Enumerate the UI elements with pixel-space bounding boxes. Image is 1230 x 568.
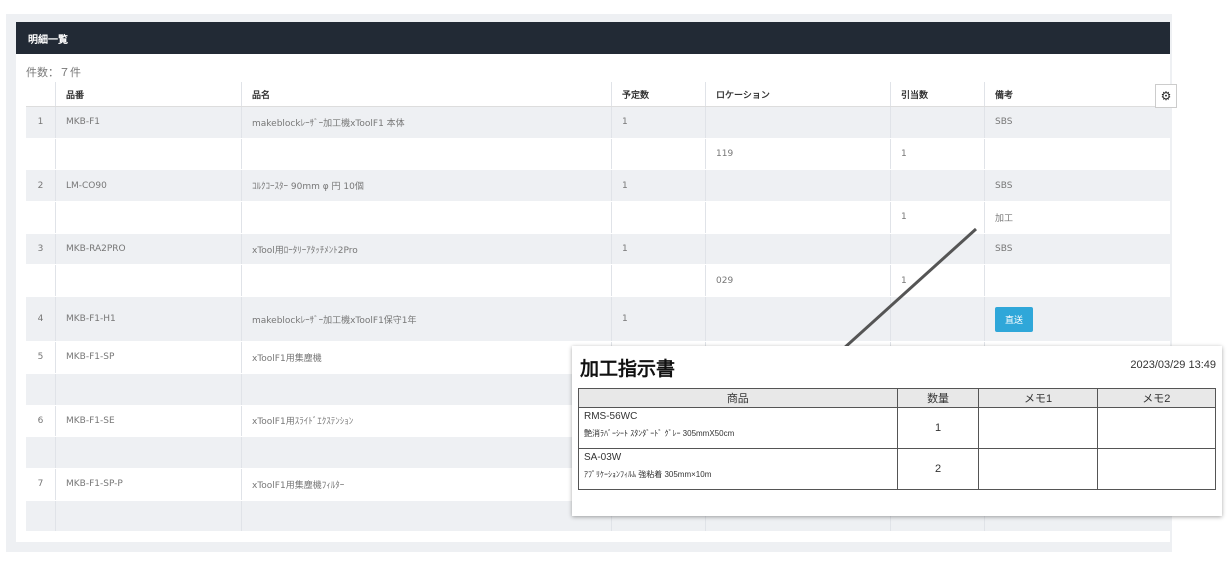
- table-row[interactable]: 1 MKB-F1 makeblockﾚｰｻﾞｰ加工機xToolF1 本体 1 S…: [26, 107, 1170, 139]
- col-allocated-qty[interactable]: 引当数: [891, 82, 985, 106]
- table-row[interactable]: 2 LM-CO90 ｺﾙｸｺｰｽﾀｰ 90mm φ 円 10個 1 SBS: [26, 170, 1170, 203]
- col-location[interactable]: ロケーション: [706, 82, 891, 106]
- table-row[interactable]: 029 1: [26, 265, 1170, 298]
- table-header: 品番 品名 予定数 ロケーション 引当数 備考: [26, 82, 1170, 107]
- slip-col-qty: 数量: [896, 388, 980, 408]
- slip-item-row: SA-03W ｱﾌﾟﾘｹｰｼｮﾝﾌｨﾙﾑ 強粘着 305mm×10m 2: [578, 448, 1217, 490]
- item-count: 件数：７件: [26, 66, 81, 79]
- slip-product-name: 艶消ﾗﾊﾞｰｼｰﾄ ｽﾀﾝﾀﾞｰﾄﾞ ｸﾞﾚｰ 305mmX50cm: [584, 429, 735, 438]
- col-remarks[interactable]: 備考: [985, 82, 1170, 106]
- table-row[interactable]: 119 1: [26, 138, 1170, 171]
- slip-header-row: 商品 数量 メモ1 メモ2: [578, 388, 1217, 408]
- slip-memo1: [978, 448, 1098, 490]
- slip-memo1: [978, 407, 1098, 449]
- col-product-name[interactable]: 品名: [242, 82, 612, 106]
- table-row[interactable]: 3 MKB-RA2PRO xTool用ﾛｰﾀﾘｰｱﾀｯﾁﾒﾝﾄ2Pro 1 SB…: [26, 233, 1170, 266]
- slip-title: 加工指示書: [580, 359, 676, 380]
- slip-col-memo2: メモ2: [1096, 388, 1217, 408]
- slip-product-name: ｱﾌﾟﾘｹｰｼｮﾝﾌｨﾙﾑ 強粘着 305mm×10m: [584, 470, 712, 479]
- slip-col-product: 商品: [578, 388, 898, 408]
- table-row[interactable]: 1 加工: [26, 202, 1170, 234]
- gear-icon[interactable]: ⚙: [1155, 84, 1177, 108]
- col-part-number[interactable]: 品番: [56, 82, 242, 106]
- slip-qty: 1: [896, 407, 980, 449]
- card-title: 明細一覧: [28, 34, 68, 46]
- processing-instruction-slip: 加工指示書 2023/03/29 13:49 商品 数量 メモ1 メモ2 RMS…: [572, 346, 1222, 516]
- slip-col-memo1: メモ1: [978, 388, 1098, 408]
- card-header: 明細一覧: [16, 22, 1170, 54]
- direct-ship-button[interactable]: 直送: [995, 306, 1034, 332]
- col-planned-qty[interactable]: 予定数: [612, 82, 706, 106]
- col-index: [26, 82, 56, 106]
- slip-memo2: [1096, 448, 1217, 490]
- slip-product-code: SA-03W: [584, 452, 622, 463]
- slip-qty: 2: [896, 448, 980, 490]
- slip-item-row: RMS-56WC 艶消ﾗﾊﾞｰｼｰﾄ ｽﾀﾝﾀﾞｰﾄﾞ ｸﾞﾚｰ 305mmX5…: [578, 407, 1217, 449]
- slip-table: 商品 数量 メモ1 メモ2 RMS-56WC 艶消ﾗﾊﾞｰｼｰﾄ ｽﾀﾝﾀﾞｰﾄ…: [578, 388, 1217, 490]
- slip-date: 2023/03/29 13:49: [1130, 359, 1216, 371]
- slip-memo2: [1096, 407, 1217, 449]
- table-row[interactable]: 4 MKB-F1-H1 makeblockﾚｰｻﾞｰ加工機xToolF1保守1年…: [26, 297, 1170, 343]
- slip-product-code: RMS-56WC: [584, 411, 638, 422]
